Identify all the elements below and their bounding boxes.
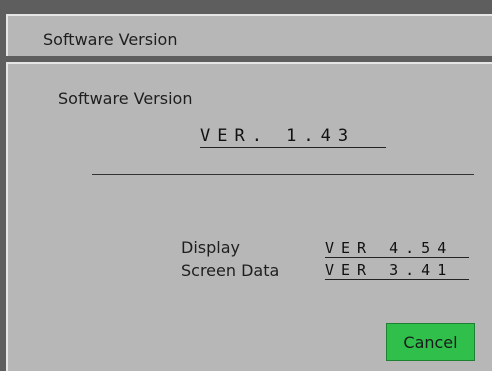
divider	[92, 174, 474, 175]
app-window: Software Version Software Version VER. 1…	[0, 0, 492, 371]
screen-data-label: Screen Data	[181, 261, 280, 280]
display-version-value: VER 4.54	[325, 240, 469, 258]
title-bar: Software Version	[6, 14, 492, 56]
display-label: Display	[181, 238, 240, 257]
window-title: Software Version	[43, 30, 178, 49]
section-heading: Software Version	[58, 89, 193, 108]
screen-data-version-value: VER 3.41	[325, 262, 469, 280]
software-version-value: VER. 1.43	[200, 126, 386, 148]
cancel-button[interactable]: Cancel	[386, 323, 475, 361]
